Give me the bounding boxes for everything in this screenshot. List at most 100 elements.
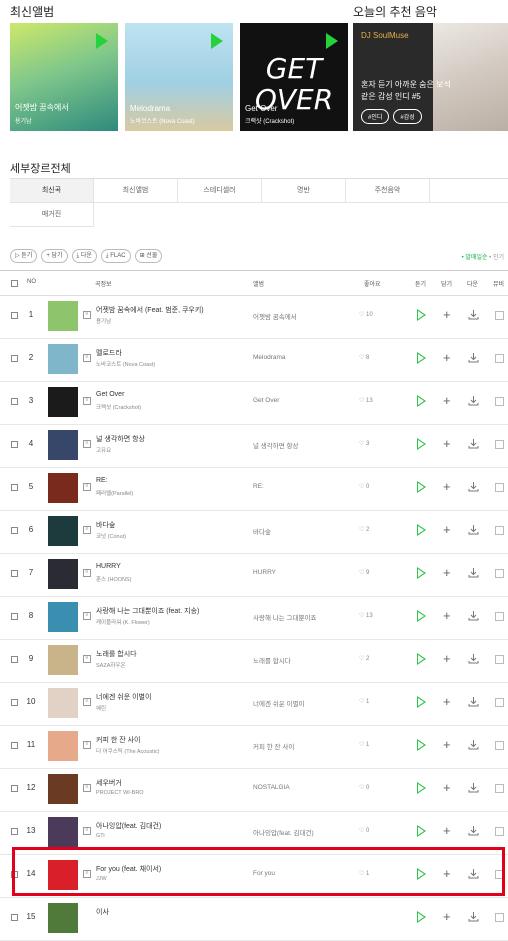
song-title[interactable]: 커피 한 잔 사이 bbox=[96, 735, 140, 745]
tab-steady-seller[interactable]: 스테디셀러 bbox=[178, 179, 262, 203]
like-button[interactable]: ♡ 8 bbox=[359, 354, 369, 361]
add-icon[interactable]: + bbox=[443, 824, 451, 837]
mv-icon[interactable] bbox=[495, 741, 504, 750]
info-icon[interactable]: ≡ bbox=[83, 827, 91, 835]
play-icon[interactable] bbox=[417, 782, 426, 794]
add-icon[interactable]: + bbox=[443, 480, 451, 493]
play-icon[interactable] bbox=[417, 825, 426, 837]
table-row[interactable]: 6 ≡ 바다숲 코넛 (Conut) 바다숲 ♡ 2 + bbox=[0, 510, 508, 554]
mv-icon[interactable] bbox=[495, 827, 504, 836]
table-row[interactable]: 3 ≡ Get Over 크랙샷 (Crackshot) Get Over ♡ 13 + bbox=[0, 381, 508, 425]
info-icon[interactable]: ≡ bbox=[83, 698, 91, 706]
select-all-checkbox[interactable] bbox=[11, 280, 18, 287]
play-icon[interactable] bbox=[417, 739, 426, 751]
download-icon[interactable] bbox=[468, 481, 479, 492]
like-button[interactable]: ♡ 3 bbox=[359, 440, 369, 447]
table-row[interactable]: 5 ≡ RE: 패러렐(Parallel) RE: ♡ 0 + bbox=[0, 467, 508, 511]
sort-release-date[interactable]: • 발매일순 bbox=[462, 255, 488, 261]
download-icon[interactable] bbox=[468, 825, 479, 836]
mv-icon[interactable] bbox=[495, 913, 504, 922]
artist-name[interactable]: 훈스 (HOONS) bbox=[96, 575, 131, 583]
song-title[interactable]: 세우버거 bbox=[96, 778, 122, 788]
info-icon[interactable]: ≡ bbox=[83, 526, 91, 534]
table-row[interactable]: 12 ≡ 세우버거 PROJECT WI-BRO NOSTALGIA ♡ 0 + bbox=[0, 768, 508, 812]
table-row[interactable]: 8 ≡ 사랑해 나는 그대뿐이죠 (feat. 지송) 케이플라워 (K. Flowe… bbox=[0, 596, 508, 640]
like-button[interactable]: ♡ 10 bbox=[359, 311, 373, 318]
info-icon[interactable]: ≡ bbox=[83, 483, 91, 491]
table-row[interactable]: 10 ≡ 너에겐 쉬운 이별이 혜린 너에겐 쉬운 이별이 ♡ 1 + bbox=[0, 682, 508, 726]
album-name[interactable]: 바다숲 bbox=[253, 526, 271, 536]
mv-icon[interactable] bbox=[495, 440, 504, 449]
like-button[interactable]: ♡ 13 bbox=[359, 612, 373, 619]
album-thumbnail[interactable] bbox=[48, 602, 78, 632]
like-button[interactable]: ♡ 1 bbox=[359, 698, 369, 705]
artist-name[interactable]: 크랙샷 (Crackshot) bbox=[96, 403, 141, 411]
mv-icon[interactable] bbox=[495, 612, 504, 621]
tab-magazine[interactable]: 매거진 bbox=[10, 203, 94, 227]
album-name[interactable]: 널 생각하면 항상 bbox=[253, 440, 298, 450]
mv-icon[interactable] bbox=[495, 698, 504, 707]
song-title[interactable]: HURRY bbox=[96, 563, 121, 570]
listen-button[interactable]: ▷ 듣기 bbox=[10, 249, 38, 263]
album-name[interactable]: Get Over bbox=[253, 397, 279, 404]
table-row[interactable]: 9 ≡ 노래를 합시다 SAZA하우온 노래를 합시다 ♡ 2 + bbox=[0, 639, 508, 683]
info-icon[interactable]: ≡ bbox=[83, 440, 91, 448]
mv-icon[interactable] bbox=[495, 354, 504, 363]
play-icon[interactable] bbox=[417, 911, 426, 923]
add-icon[interactable]: + bbox=[443, 738, 451, 751]
like-button[interactable]: ♡ 2 bbox=[359, 526, 369, 533]
artist-name[interactable]: GTi bbox=[96, 833, 105, 839]
play-icon[interactable] bbox=[211, 33, 223, 49]
download-icon[interactable] bbox=[468, 438, 479, 449]
play-icon[interactable] bbox=[417, 696, 426, 708]
song-title[interactable]: 아나잉압(feat. 김대건) bbox=[96, 821, 161, 831]
download-icon[interactable] bbox=[468, 309, 479, 320]
album-thumbnail[interactable] bbox=[48, 516, 78, 546]
album-name[interactable]: 사랑해 나는 그대뿐이죠 bbox=[253, 612, 316, 622]
info-icon[interactable]: ≡ bbox=[83, 569, 91, 577]
mv-icon[interactable] bbox=[495, 526, 504, 535]
play-icon[interactable] bbox=[96, 33, 108, 49]
song-title[interactable]: 노래를 합시다 bbox=[96, 649, 137, 659]
song-title[interactable]: 이사 bbox=[96, 907, 109, 917]
info-icon[interactable]: ≡ bbox=[83, 784, 91, 792]
mv-icon[interactable] bbox=[495, 784, 504, 793]
info-icon[interactable]: ≡ bbox=[83, 612, 91, 620]
album-thumbnail[interactable] bbox=[48, 387, 78, 417]
play-icon[interactable] bbox=[417, 524, 426, 536]
row-checkbox[interactable] bbox=[11, 914, 18, 921]
song-title[interactable]: 어젯밤 꿈속에서 (Feat. 범준, 쿠우키) bbox=[96, 305, 204, 315]
info-icon[interactable]: ≡ bbox=[83, 397, 91, 405]
play-icon[interactable] bbox=[417, 653, 426, 665]
row-checkbox[interactable] bbox=[11, 312, 18, 319]
like-button[interactable]: ♡ 0 bbox=[359, 784, 369, 791]
tag-chip[interactable]: #감성 bbox=[393, 109, 422, 124]
album-thumbnail[interactable] bbox=[48, 817, 78, 847]
tag-chip[interactable]: #인디 bbox=[361, 109, 390, 124]
play-icon[interactable] bbox=[417, 395, 426, 407]
like-button[interactable]: ♡ 0 bbox=[359, 483, 369, 490]
download-icon[interactable] bbox=[468, 524, 479, 535]
album-thumbnail[interactable] bbox=[48, 645, 78, 675]
album-thumbnail[interactable] bbox=[48, 731, 78, 761]
sort-popular[interactable]: • 인기 bbox=[489, 255, 504, 261]
album-name[interactable]: 아나잉압(feat. 김대건) bbox=[253, 827, 314, 837]
info-icon[interactable]: ≡ bbox=[83, 354, 91, 362]
row-checkbox[interactable] bbox=[11, 441, 18, 448]
mv-icon[interactable] bbox=[495, 655, 504, 664]
like-button[interactable]: ♡ 13 bbox=[359, 397, 373, 404]
add-icon[interactable]: + bbox=[443, 308, 451, 321]
add-icon[interactable]: + bbox=[443, 910, 451, 923]
play-icon[interactable] bbox=[417, 481, 426, 493]
mv-icon[interactable] bbox=[495, 569, 504, 578]
song-title[interactable]: 사랑해 나는 그대뿐이죠 (feat. 지송) bbox=[96, 606, 199, 616]
album-card-1[interactable]: 어젯밤 꿈속에서 용기남 bbox=[10, 23, 118, 131]
album-thumbnail[interactable] bbox=[48, 903, 78, 933]
album-thumbnail[interactable] bbox=[48, 559, 78, 589]
album-thumbnail[interactable] bbox=[48, 430, 78, 460]
row-checkbox[interactable] bbox=[11, 613, 18, 620]
table-row[interactable]: 4 ≡ 널 생각하면 항상 고유요 널 생각하면 항상 ♡ 3 + bbox=[0, 424, 508, 468]
song-title[interactable]: Get Over bbox=[96, 391, 124, 398]
download-icon[interactable] bbox=[468, 352, 479, 363]
add-icon[interactable]: + bbox=[443, 523, 451, 536]
